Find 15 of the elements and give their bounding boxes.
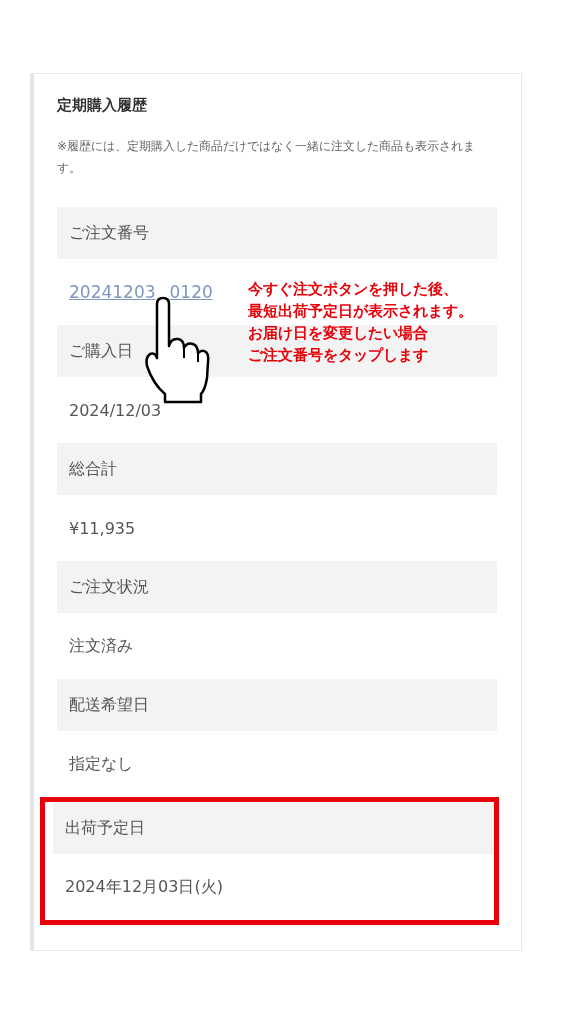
field-label: ご注文状況 [57,561,497,613]
section-title: 定期購入履歴 [57,96,148,115]
field-value: 指定なし [69,753,133,775]
order-number-link-end[interactable]: 0120 [169,282,213,302]
order-number-link-start[interactable]: 20241203 [69,282,156,302]
field-value: 2024/12/03 [69,400,162,420]
field-label: 出荷予定日 [53,802,494,854]
field-value: 注文済み [69,635,133,657]
field-label: ご注文番号 [57,207,497,259]
annotation-text: 今すぐ注文ボタンを押した後、 最短出荷予定日が表示されます。 お届け日を変更したい場合 ご注文番号をタップします [248,279,473,366]
field-label: 総合計 [57,443,497,495]
field-label: 配送希望日 [57,679,497,731]
field-value: 2024年12月03日(火) [65,876,223,898]
field-value: ¥11,935 [69,518,136,538]
note-text: ※履歴には、定期購入した商品だけではなく一緒に注文した商品も表示されます。 [57,138,477,177]
